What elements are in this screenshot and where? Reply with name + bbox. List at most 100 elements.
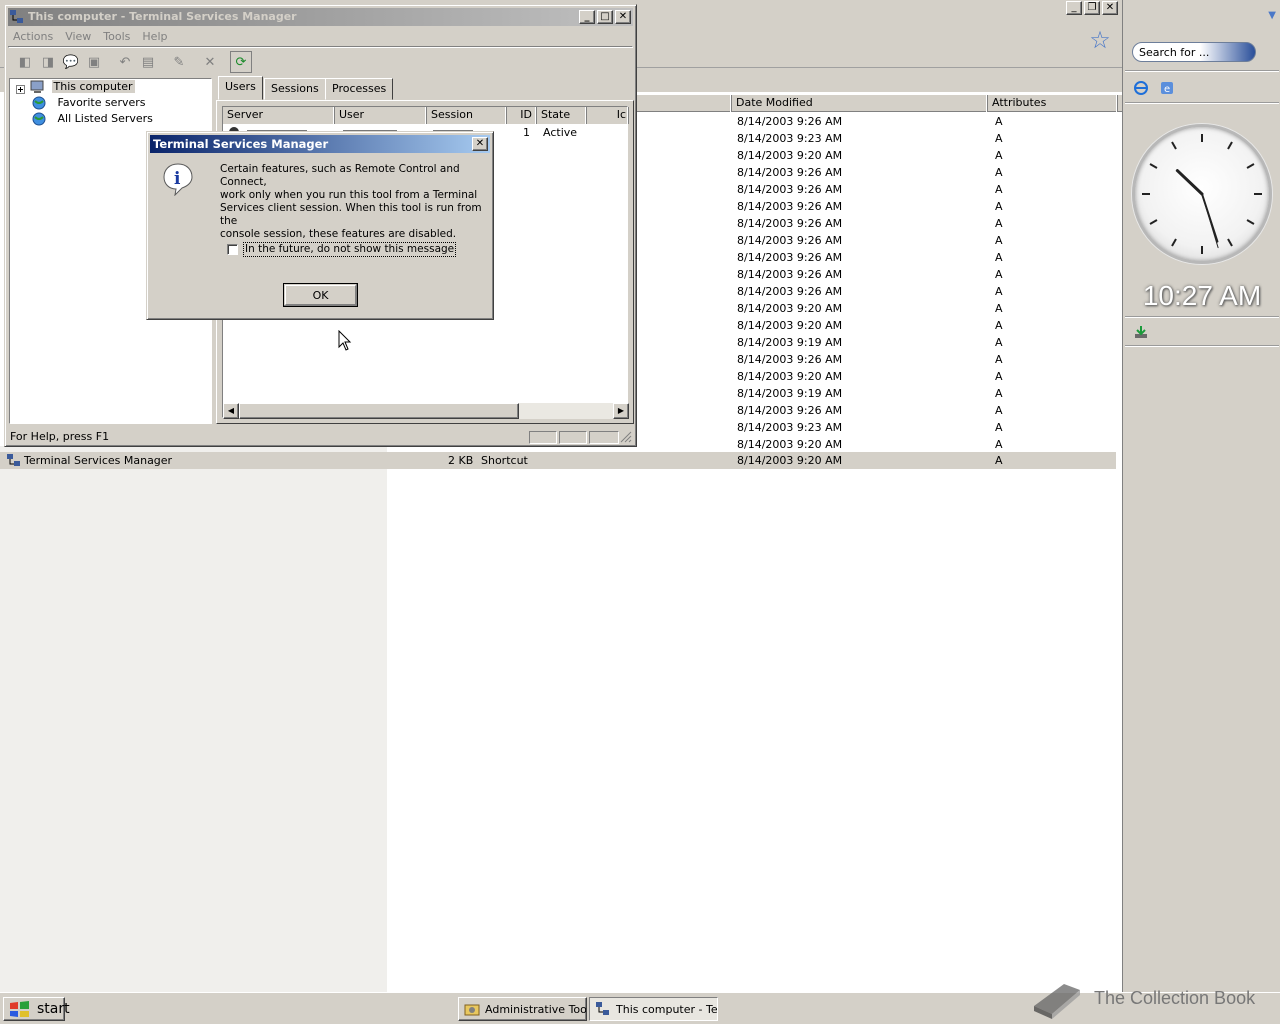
- file-row[interactable]: 8/14/2003 9:23 AM A: [636, 419, 1122, 436]
- maximize-button[interactable]: □: [597, 10, 613, 24]
- column-header-server[interactable]: Server: [223, 107, 335, 124]
- resize-grip-icon[interactable]: [620, 431, 632, 443]
- refresh-icon[interactable]: ⟳: [230, 51, 252, 73]
- file-row[interactable]: 8/14/2003 9:20 AM A: [636, 368, 1122, 385]
- status-bar: For Help, press F1: [8, 429, 633, 445]
- status-icon[interactable]: ▤: [137, 51, 159, 73]
- taskbar-item-terminal-services-manager[interactable]: This computer - Terminal Services Manage…: [589, 997, 718, 1021]
- tree-item-this-computer[interactable]: This computer: [30, 79, 135, 95]
- menu-help[interactable]: Help: [137, 27, 174, 45]
- file-row[interactable]: 8/14/2003 9:26 AM A: [636, 181, 1122, 198]
- ok-button[interactable]: OK: [283, 283, 358, 307]
- tree-item-all-listed-servers[interactable]: All Listed Servers: [32, 111, 153, 127]
- do-not-show-checkbox[interactable]: [227, 244, 238, 255]
- download-icon[interactable]: [1133, 324, 1149, 340]
- clock-tick: [1227, 141, 1233, 150]
- close-button[interactable]: ✕: [1102, 1, 1118, 15]
- tab-users[interactable]: Users: [218, 76, 263, 100]
- tree-item-favorite-servers[interactable]: Favorite servers: [32, 95, 146, 111]
- file-attr: A: [995, 251, 1003, 264]
- column-header-id[interactable]: ID: [507, 107, 537, 124]
- file-row[interactable]: 8/14/2003 9:26 AM A: [636, 113, 1122, 130]
- file-date: 8/14/2003 9:20 AM: [737, 454, 843, 467]
- file-date: 8/14/2003 9:23 AM: [737, 421, 843, 434]
- file-row[interactable]: 8/14/2003 9:20 AM A: [636, 147, 1122, 164]
- file-row[interactable]: 8/14/2003 9:19 AM A: [636, 385, 1122, 402]
- file-attr: A: [995, 370, 1003, 383]
- tree-expand-icon[interactable]: [16, 81, 25, 97]
- column-header-state[interactable]: State: [537, 107, 587, 124]
- file-row[interactable]: 8/14/2003 9:23 AM A: [636, 130, 1122, 147]
- file-date: 8/14/2003 9:20 AM: [737, 149, 843, 162]
- disconnect-icon[interactable]: ◨: [37, 51, 59, 73]
- file-row[interactable]: 8/14/2003 9:26 AM A: [636, 215, 1122, 232]
- favorites-star-icon[interactable]: ☆: [1085, 26, 1115, 60]
- clock-tick: [1171, 141, 1177, 150]
- sidebar-search-input[interactable]: Search for ...: [1132, 42, 1256, 62]
- send-message-icon[interactable]: 💬: [60, 51, 82, 73]
- scroll-left-icon[interactable]: ◀: [223, 403, 239, 419]
- dialog-title: Terminal Services Manager: [153, 137, 329, 151]
- tsm-title-text: This computer - Terminal Services Manage…: [28, 10, 297, 23]
- file-row[interactable]: 8/14/2003 9:19 AM A: [636, 334, 1122, 351]
- file-row[interactable]: 8/14/2003 9:20 AM A: [636, 317, 1122, 334]
- start-button[interactable]: start: [3, 997, 70, 1021]
- file-date: 8/14/2003 9:20 AM: [737, 319, 843, 332]
- refresh-icon[interactable]: e: [1159, 80, 1175, 96]
- column-header-attributes[interactable]: Attributes: [988, 95, 1118, 112]
- remote-control-icon[interactable]: ▣: [83, 51, 105, 73]
- tab-sessions[interactable]: Sessions: [264, 78, 326, 100]
- sidebar-divider-4: [1125, 345, 1279, 346]
- file-row[interactable]: 8/14/2003 9:26 AM A: [636, 232, 1122, 249]
- file-row[interactable]: 8/14/2003 9:26 AM A: [636, 249, 1122, 266]
- close-button[interactable]: ✕: [615, 10, 631, 24]
- column-header-type[interactable]: [636, 95, 732, 112]
- tab-processes[interactable]: Processes: [325, 78, 394, 100]
- column-header-user[interactable]: User: [335, 107, 427, 124]
- minimize-button[interactable]: _: [1066, 1, 1082, 15]
- do-not-show-label[interactable]: In the future, do not show this message: [243, 242, 457, 257]
- column-header-idle[interactable]: Ic: [587, 107, 629, 124]
- scroll-right-icon[interactable]: ▶: [613, 403, 629, 419]
- menu-view[interactable]: View: [60, 27, 98, 45]
- svg-text:i: i: [174, 169, 181, 189]
- internet-explorer-icon[interactable]: [1133, 80, 1149, 96]
- horizontal-scrollbar[interactable]: ◀ ▶: [223, 403, 629, 419]
- file-attr: A: [995, 302, 1003, 315]
- column-header-date-modified[interactable]: Date Modified: [732, 95, 988, 112]
- dialog-titlebar[interactable]: Terminal Services Manager ✕: [150, 135, 490, 153]
- file-row-selected[interactable]: Terminal Services Manager 2 KB Shortcut …: [0, 452, 1116, 469]
- file-row[interactable]: 8/14/2003 9:26 AM A: [636, 283, 1122, 300]
- dialog-message: Certain features, such as Remote Control…: [220, 163, 482, 240]
- sidebar-menu-chevron-icon[interactable]: ▼: [1268, 10, 1276, 21]
- analog-clock: [1132, 124, 1272, 264]
- file-row[interactable]: 8/14/2003 9:26 AM A: [636, 351, 1122, 368]
- taskbar-item-administrative-tools[interactable]: Administrative Tools: [458, 997, 587, 1021]
- minimize-button[interactable]: _: [579, 10, 595, 24]
- clock-hour-hand: [1175, 169, 1204, 196]
- column-header-session[interactable]: Session: [427, 107, 507, 124]
- message-dialog: Terminal Services Manager ✕ i Certain fe…: [146, 131, 494, 320]
- tsm-titlebar[interactable]: This computer - Terminal Services Manage…: [8, 8, 633, 26]
- clock-tick: [1171, 238, 1177, 247]
- scroll-thumb[interactable]: [239, 403, 519, 419]
- file-row[interactable]: 8/14/2003 9:26 AM A: [636, 198, 1122, 215]
- status-panel-3: [589, 431, 619, 444]
- reset-icon[interactable]: ↶: [114, 51, 136, 73]
- restore-button[interactable]: ❐: [1084, 1, 1100, 15]
- menu-tools[interactable]: Tools: [98, 27, 137, 45]
- dialog-close-button[interactable]: ✕: [472, 137, 488, 151]
- file-attr: A: [995, 387, 1003, 400]
- file-row[interactable]: 8/14/2003 9:26 AM A: [636, 266, 1122, 283]
- file-row[interactable]: 8/14/2003 9:26 AM A: [636, 164, 1122, 181]
- menu-actions[interactable]: Actions: [8, 27, 60, 45]
- file-date: 8/14/2003 9:20 AM: [737, 370, 843, 383]
- file-row[interactable]: 8/14/2003 9:26 AM A: [636, 402, 1122, 419]
- file-row[interactable]: 8/14/2003 9:20 AM A: [636, 436, 1122, 453]
- logoff-icon[interactable]: ✎: [168, 51, 190, 73]
- file-date: 8/14/2003 9:19 AM: [737, 336, 843, 349]
- end-process-icon[interactable]: ✕: [199, 51, 221, 73]
- connect-icon[interactable]: ◧: [14, 51, 36, 73]
- file-row[interactable]: 8/14/2003 9:20 AM A: [636, 300, 1122, 317]
- tsm-toolbar: ◧ ◨ 💬 ▣ ↶ ▤ ✎ ✕ ⟳: [8, 49, 633, 75]
